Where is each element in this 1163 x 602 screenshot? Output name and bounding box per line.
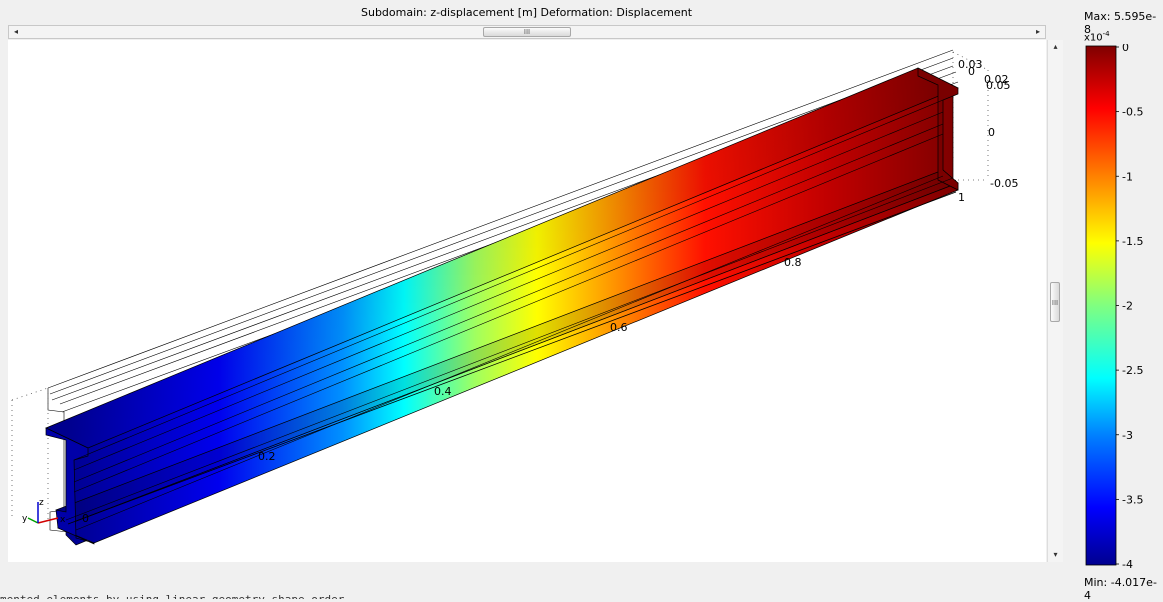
colorbar-scale-label: x10-4 [1084, 30, 1110, 43]
scroll-up-arrow-icon[interactable]: ▴ [1048, 40, 1063, 54]
3d-plot-viewport[interactable]: 0 0.2 0.4 0.6 0.8 1 0.03 0 0.02 0.05 0 -… [8, 40, 1046, 562]
colorbar-scale-base: x10 [1084, 32, 1103, 44]
plot-title: Subdomain: z-displacement [m] Deformatio… [360, 6, 693, 19]
beam-plot-svg[interactable]: 0 0.2 0.4 0.6 0.8 1 0.03 0 0.02 0.05 0 -… [8, 40, 1046, 562]
vertical-scroll-thumb[interactable]: III [1050, 282, 1060, 322]
colorbar-tick-label: -3 [1122, 429, 1133, 442]
x-tick-label: 0.8 [784, 256, 802, 269]
colorbar: 0 -0.5 -1 -1.5 -2 -2.5 -3 -3.5 -4 [1085, 44, 1143, 570]
colorbar-tick-label: -1 [1122, 170, 1133, 183]
triad-x-label: x [60, 515, 66, 525]
x-tick-label: 0.4 [434, 385, 452, 398]
colorbar-tick-label: -2.5 [1122, 364, 1143, 377]
colorbar-tick-label: -4 [1122, 558, 1133, 570]
scroll-down-arrow-icon[interactable]: ▾ [1048, 548, 1063, 562]
y-tick-label: 0.05 [986, 79, 1011, 92]
triad-y-label: y [22, 514, 28, 524]
colorbar-gradient [1085, 45, 1117, 566]
z-tick-label: -0.05 [990, 177, 1018, 190]
colorbar-tick-label: -1.5 [1122, 235, 1143, 248]
colorbar-tick-label: 0 [1122, 44, 1129, 54]
colorbar-scale-exponent: -4 [1102, 30, 1110, 38]
colorbar-tick-label: -0.5 [1122, 106, 1143, 119]
scroll-left-arrow-icon[interactable]: ◂ [9, 26, 23, 38]
z-tick-label: 0 [968, 65, 975, 78]
x-tick-label: 0.2 [258, 450, 276, 463]
scroll-right-arrow-icon[interactable]: ▸ [1031, 26, 1045, 38]
horizontal-scroll-thumb[interactable]: III [483, 27, 571, 37]
triad-z-label: z [39, 498, 44, 508]
colorbar-tick-label: -3.5 [1122, 493, 1143, 506]
colorbar-ticks: 0 -0.5 -1 -1.5 -2 -2.5 -3 -3.5 -4 [1116, 44, 1143, 570]
vertical-scrollbar[interactable]: ▴ III ▾ [1047, 40, 1063, 562]
horizontal-scrollbar[interactable]: ◂ III ▸ [8, 25, 1046, 39]
x-tick-label: 1 [958, 191, 965, 204]
top-flange-shade [46, 68, 958, 448]
x-tick-label: 0.6 [610, 321, 628, 334]
colorbar-tick-label: -2 [1122, 300, 1133, 313]
z-tick-label: 0 [988, 126, 995, 139]
x-tick-label: 0 [82, 512, 89, 525]
status-bar: mented elements by using linear geometry… [0, 592, 1163, 599]
